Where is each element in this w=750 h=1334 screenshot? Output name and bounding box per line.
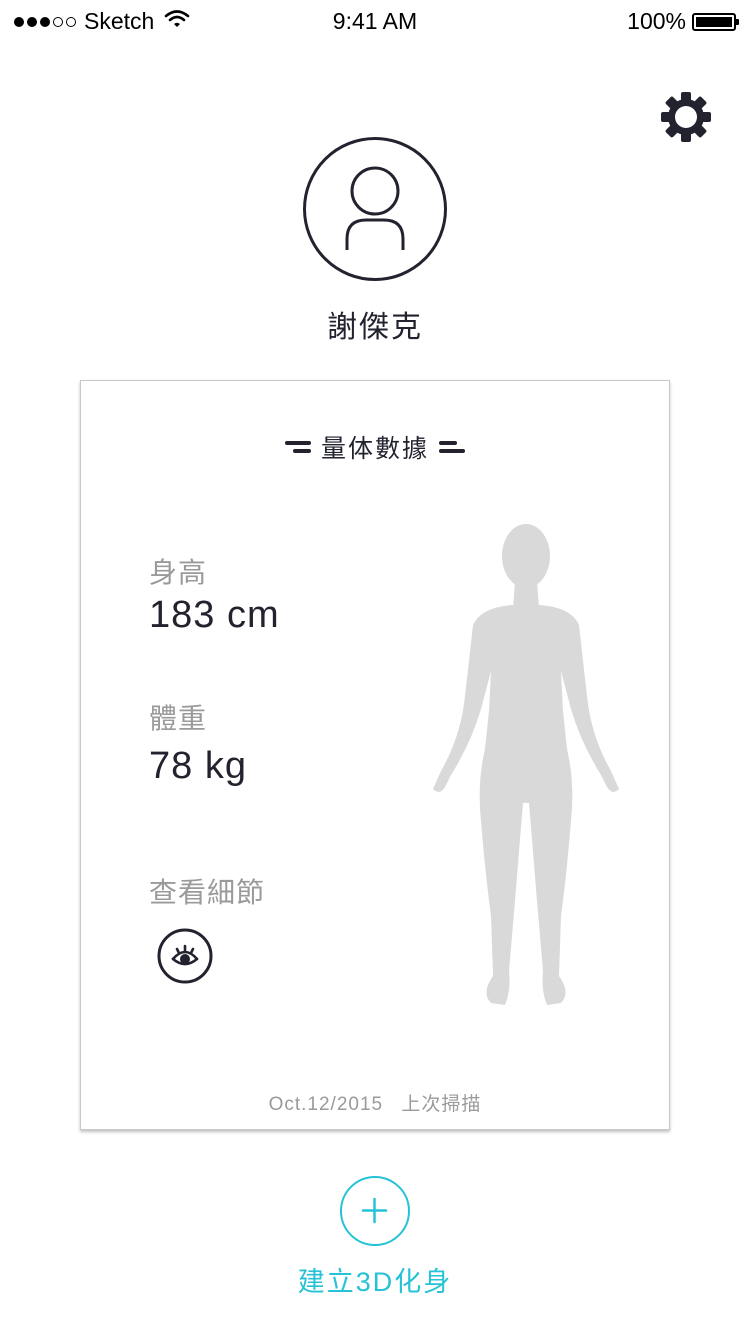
card-header: 量体數據	[81, 429, 669, 465]
weight-value: 78 kg	[149, 745, 247, 787]
measurement-card: 量体數據 身高 183 cm 體重 78 kg 查看細節 Oct.12/2015…	[80, 380, 670, 1130]
battery-icon	[692, 12, 739, 31]
scan-date: Oct.12/2015	[268, 1094, 384, 1115]
status-bar: Sketch 9:41 AM 100%	[0, 0, 750, 40]
create-avatar-label[interactable]: 建立3D化身	[0, 1260, 750, 1299]
details-label: 查看細節	[149, 877, 266, 908]
body-figure	[421, 521, 631, 1016]
title-deco-left-icon	[284, 440, 311, 454]
status-right: 100%	[627, 8, 739, 35]
height-value: 183 cm	[149, 594, 280, 636]
last-scan-info: Oct.12/2015 上次掃描	[81, 1089, 669, 1116]
weight-label: 體重	[149, 703, 208, 734]
create-avatar-button[interactable]	[340, 1176, 410, 1246]
avatar[interactable]	[303, 137, 447, 281]
height-label: 身高	[149, 557, 208, 588]
user-name: 謝傑克	[327, 311, 423, 344]
title-deco-right-icon	[439, 440, 465, 454]
plus-icon	[361, 1197, 388, 1224]
user-icon	[345, 166, 405, 250]
eye-icon[interactable]	[157, 928, 213, 984]
scan-label: 上次掃描	[401, 1094, 482, 1115]
battery-percent: 100%	[627, 8, 686, 34]
gear-icon[interactable]	[660, 91, 712, 143]
card-title: 量体數據	[320, 435, 429, 463]
